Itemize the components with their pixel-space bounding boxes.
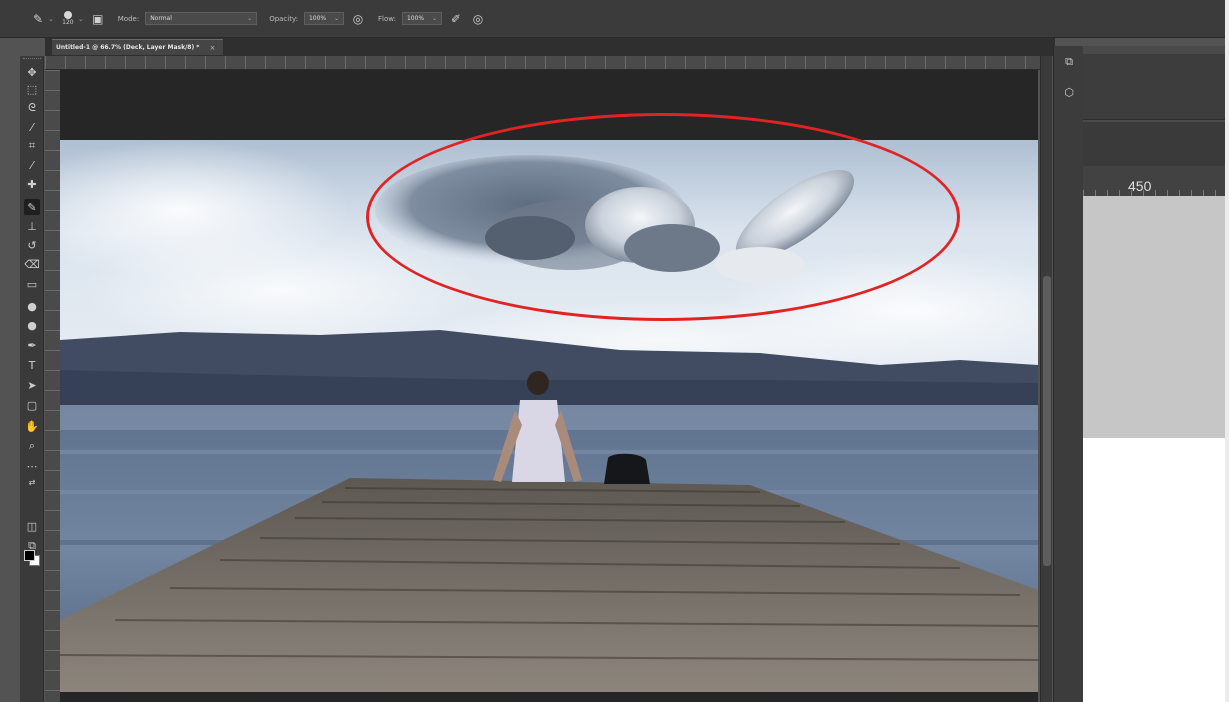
mode-value: Normal — [150, 15, 172, 22]
swap-colors-icon[interactable]: ⇄ — [24, 474, 40, 490]
mode-select[interactable]: Normal ⌄ — [145, 12, 258, 25]
panel-subheader — [1083, 122, 1229, 166]
flow-value: 100% — [406, 15, 425, 22]
brush-tool-preset-icon[interactable]: ✎ — [30, 11, 46, 27]
tools-panel: ✥ ⬚ ᘓ ⁄ ⌗ ⁄ ✚ ✎ ⊥ ↺ ⌫ ▭ ● ● ✒ T ➤ ▢ ✋ ⌕ … — [20, 56, 44, 702]
person-shirt — [512, 400, 565, 482]
vertical-scrollbar[interactable] — [1040, 56, 1052, 702]
close-icon[interactable]: × — [209, 44, 215, 52]
opacity-field[interactable]: 100% ⌄ — [303, 12, 344, 25]
eyedropper-tool-icon[interactable]: ⁄ — [24, 157, 40, 173]
move-tool-icon[interactable]: ✥ — [24, 64, 40, 80]
document-canvas[interactable] — [60, 140, 1038, 692]
eraser-tool-icon[interactable]: ⌫ — [24, 256, 40, 272]
flow-label: Flow: — [377, 14, 396, 23]
ruler-label: 450 — [1128, 178, 1152, 194]
chevron-down-icon: ⌄ — [431, 15, 437, 22]
gradient-tool-icon[interactable]: ▭ — [24, 276, 40, 292]
arrange-panels-icon[interactable]: ⧉ — [1061, 54, 1077, 70]
hand-tool-icon[interactable]: ✋ — [24, 418, 40, 434]
dodge-tool-icon[interactable]: ● — [24, 317, 40, 333]
vertical-ruler[interactable] — [45, 70, 60, 702]
photoshop-window: ✎ ⌄ 120 ⌄ ▣ Mode: Normal ⌄ Opacity: 100%… — [0, 0, 1229, 702]
cloud-puff — [624, 224, 720, 272]
canvas-image — [60, 140, 1038, 692]
secondary-pasteboard — [1083, 196, 1229, 438]
chevron-down-icon[interactable]: ⌄ — [48, 15, 54, 23]
chevron-down-icon: ⌄ — [333, 15, 339, 22]
quick-selection-tool-icon[interactable]: ⁄ — [24, 119, 40, 135]
secondary-ruler — [1083, 166, 1229, 196]
cloud-puff — [715, 247, 805, 283]
marquee-tool-icon[interactable]: ⬚ — [24, 81, 40, 97]
zoom-tool-icon[interactable]: ⌕ — [24, 438, 40, 454]
brush-tip-icon — [63, 11, 72, 19]
screenshot-edge — [1225, 0, 1229, 702]
lasso-tool-icon[interactable]: ᘓ — [24, 100, 40, 116]
chevron-down-icon: ⌄ — [247, 15, 253, 22]
options-bar: ✎ ⌄ 120 ⌄ ▣ Mode: Normal ⌄ Opacity: 100%… — [0, 0, 1229, 38]
more-tools-icon[interactable]: ⋯ — [24, 458, 40, 474]
brush-preset-picker[interactable]: 120 — [60, 11, 76, 26]
pressure-size-icon[interactable]: ◎ — [470, 11, 486, 27]
blur-tool-icon[interactable]: ● — [24, 298, 40, 314]
airbrush-icon[interactable]: ✐ — [448, 11, 464, 27]
brush-tool-icon[interactable]: ✎ — [24, 199, 40, 215]
foreground-color-swatch[interactable] — [24, 550, 35, 561]
collapsed-panels-strip: ⧉ ⬡ — [1053, 46, 1083, 702]
document-tab[interactable]: Untitled-1 @ 66.7% (Deck, Layer Mask/8) … — [52, 39, 224, 55]
mode-label: Mode: — [117, 14, 140, 23]
chevron-down-icon[interactable]: ⌄ — [78, 15, 84, 23]
opacity-value: 100% — [308, 15, 327, 22]
pressure-opacity-icon[interactable]: ◎ — [350, 11, 366, 27]
person-head — [527, 371, 549, 395]
backpack — [604, 453, 650, 484]
brush-settings-icon[interactable]: ▣ — [90, 11, 106, 27]
3d-cube-icon[interactable]: ⬡ — [1061, 84, 1077, 100]
scrollbar-thumb[interactable] — [1043, 276, 1051, 566]
secondary-canvas — [1083, 438, 1229, 702]
crop-tool-icon[interactable]: ⌗ — [24, 138, 40, 154]
toolbar-grip[interactable] — [23, 58, 41, 61]
pen-tool-icon[interactable]: ✒ — [24, 337, 40, 353]
healing-brush-tool-icon[interactable]: ✚ — [24, 176, 40, 192]
quick-mask-icon[interactable]: ◫ — [24, 518, 40, 534]
type-tool-icon[interactable]: T — [24, 357, 40, 373]
history-brush-tool-icon[interactable]: ↺ — [24, 237, 40, 253]
document-tab-title: Untitled-1 @ 66.7% (Deck, Layer Mask/8) … — [56, 44, 200, 51]
brush-size-value: 120 — [62, 19, 74, 26]
flow-field[interactable]: 100% ⌄ — [401, 12, 442, 25]
horizontal-ruler[interactable] — [45, 56, 1040, 70]
cloud-puff — [485, 216, 575, 260]
path-selection-tool-icon[interactable]: ➤ — [24, 377, 40, 393]
clone-stamp-tool-icon[interactable]: ⊥ — [24, 218, 40, 234]
rectangle-tool-icon[interactable]: ▢ — [24, 397, 40, 413]
panel-header — [1083, 54, 1229, 120]
opacity-label: Opacity: — [269, 14, 298, 23]
